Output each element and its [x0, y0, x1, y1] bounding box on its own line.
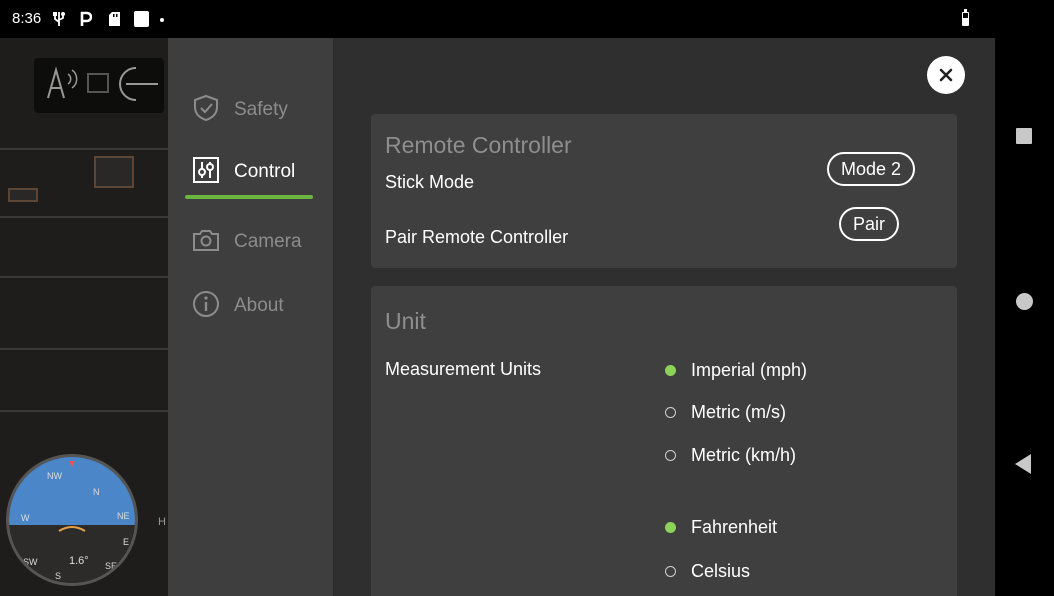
- settings-sidebar: Safety Control Camera About: [168, 38, 333, 596]
- measurement-units-label: Measurement Units: [385, 359, 542, 379]
- antenna-icon: [47, 66, 158, 101]
- status-time: 8:36: [12, 10, 42, 27]
- dot-icon: [160, 18, 164, 22]
- altitude-marker: H: [158, 516, 166, 528]
- system-nav-bar: [995, 38, 1054, 596]
- square-icon: [134, 11, 149, 27]
- info-icon: [193, 291, 219, 317]
- remote-controller-title: Remote Controller: [385, 132, 572, 158]
- sidebar-item-about[interactable]: About: [186, 286, 326, 326]
- close-icon: [939, 68, 953, 82]
- radio-celsius[interactable]: Celsius: [663, 560, 943, 584]
- pitch-value: 1.6°: [69, 555, 89, 567]
- stick-mode-label: Stick Mode: [385, 172, 475, 192]
- stick-mode-button[interactable]: Mode 2: [827, 152, 916, 186]
- sidebar-item-label: Control: [234, 161, 296, 182]
- attitude-compass: NW N NE W E SW S SE 1.6°: [6, 454, 138, 586]
- status-bar: 8:36: [0, 0, 1054, 38]
- home-icon[interactable]: [1016, 293, 1033, 310]
- radio-indicator: [665, 450, 676, 461]
- active-tab-indicator: [185, 195, 313, 199]
- unit-card: Unit Measurement Units Imperial (mph) Me…: [371, 286, 957, 596]
- battery-icon: [962, 9, 969, 26]
- radio-indicator: [665, 365, 676, 376]
- radio-fahrenheit[interactable]: Fahrenheit: [663, 516, 943, 540]
- radio-indicator: [665, 407, 676, 418]
- unit-title: Unit: [385, 308, 426, 334]
- radio-metric-kmh[interactable]: Metric (km/h): [663, 444, 943, 468]
- sidebar-item-label: About: [234, 295, 284, 316]
- radio-metric-ms[interactable]: Metric (m/s): [663, 401, 943, 425]
- sliders-icon: [193, 157, 219, 183]
- sidebar-item-label: Safety: [234, 99, 288, 120]
- sidebar-item-control[interactable]: Control: [186, 152, 326, 192]
- back-icon[interactable]: [1015, 454, 1031, 474]
- close-button[interactable]: [927, 56, 965, 94]
- radio-indicator: [665, 566, 676, 577]
- remote-controller-card: Remote Controller Stick Mode Mode 2 Pair…: [371, 114, 957, 268]
- sidebar-item-camera[interactable]: Camera: [186, 222, 326, 262]
- radio-indicator: [665, 522, 676, 533]
- camera-icon: [193, 230, 219, 251]
- shield-check-icon: [194, 94, 218, 122]
- sidebar-item-label: Camera: [234, 231, 302, 252]
- pair-button[interactable]: Pair: [839, 207, 900, 241]
- usb-icon: [53, 12, 65, 26]
- flight-status-panel: [34, 58, 164, 113]
- radio-imperial-mph[interactable]: Imperial (mph): [663, 359, 943, 383]
- sidebar-item-safety[interactable]: Safety: [186, 90, 326, 130]
- settings-panel: Remote Controller Stick Mode Mode 2 Pair…: [333, 38, 995, 596]
- pair-remote-label: Pair Remote Controller: [385, 227, 569, 247]
- sd-card-icon: [109, 12, 120, 26]
- p-icon: [80, 11, 92, 26]
- camera-feed: NW N NE W E SW S SE 1.6° H: [0, 38, 168, 596]
- recents-icon[interactable]: [1016, 128, 1032, 144]
